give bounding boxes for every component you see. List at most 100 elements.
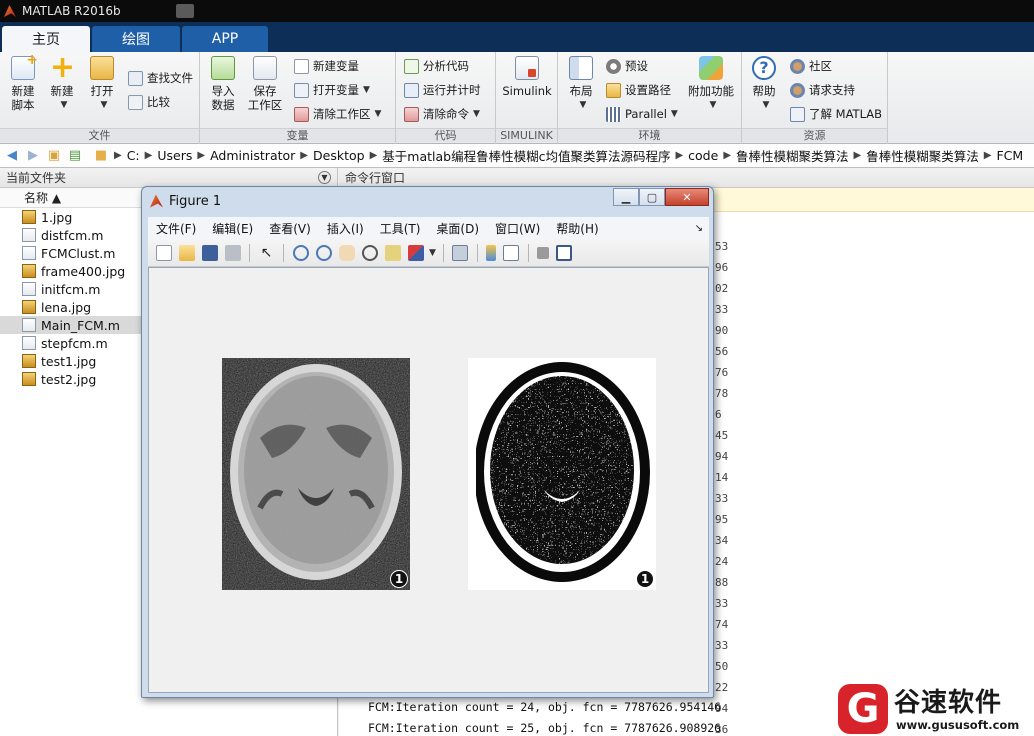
close-icon[interactable]: ✕ bbox=[665, 188, 709, 206]
ribbon-group-variable: 导入 数据 保存 工作区 新建变量 打开变量 ▼ 清除工作区 ▼ 变量 bbox=[200, 52, 396, 144]
open-label: 打开 bbox=[90, 84, 114, 98]
forward-arrow-icon[interactable]: ▶ bbox=[24, 148, 42, 164]
preferences-button[interactable]: 预设 bbox=[606, 56, 648, 76]
addons-button[interactable]: 附加功能 ▼ bbox=[686, 56, 736, 112]
menu-view[interactable]: 查看(V) bbox=[269, 220, 311, 237]
set-path-label: 设置路径 bbox=[625, 83, 671, 97]
gear-icon bbox=[606, 58, 621, 74]
segmented-ct-scan bbox=[468, 358, 656, 590]
new-figure-icon[interactable] bbox=[155, 244, 172, 261]
file-name: test2.jpg bbox=[41, 371, 97, 387]
find-files-button[interactable]: 查找文件 bbox=[128, 68, 193, 88]
help-button[interactable]: ? 帮助 ▼ bbox=[748, 56, 780, 112]
save-icon[interactable] bbox=[201, 244, 218, 261]
clear-commands-button[interactable]: 清除命令 ▼ bbox=[404, 104, 480, 124]
run-and-time-button[interactable]: 运行并计时 bbox=[404, 80, 481, 100]
colorbar-icon[interactable] bbox=[486, 244, 497, 261]
layout-button[interactable]: 布局 ▼ bbox=[564, 56, 598, 112]
current-folder-title: 当前文件夹 bbox=[6, 171, 67, 185]
set-path-button[interactable]: 设置路径 bbox=[606, 80, 671, 100]
minimize-icon[interactable]: ▁ bbox=[613, 188, 639, 206]
partial-output-digit: 45 bbox=[715, 429, 729, 442]
breadcrumb-item[interactable]: 鲁棒性模糊聚类算法 bbox=[866, 146, 979, 165]
parallel-label: Parallel bbox=[625, 107, 667, 121]
pan-hand-icon[interactable] bbox=[338, 244, 355, 261]
zoom-out-icon[interactable] bbox=[315, 244, 332, 261]
up-folder-icon[interactable]: ▣ bbox=[45, 148, 63, 164]
breadcrumb-item[interactable]: Users bbox=[157, 148, 192, 163]
menu-tools[interactable]: 工具(T) bbox=[380, 220, 421, 237]
rotate-3d-icon[interactable] bbox=[361, 244, 378, 261]
breadcrumb-item[interactable]: C: bbox=[127, 148, 140, 163]
save-workspace-button[interactable]: 保存 工作区 bbox=[246, 56, 284, 112]
new-button[interactable]: + 新建 ▼ bbox=[46, 53, 78, 112]
parallel-button[interactable]: Parallel ▼ bbox=[606, 104, 678, 124]
open-file-icon[interactable] bbox=[178, 244, 195, 261]
show-plot-tools-icon[interactable] bbox=[556, 244, 573, 261]
compare-button[interactable]: 比较 bbox=[128, 92, 170, 112]
browse-folder-icon[interactable]: ▤ bbox=[66, 148, 84, 164]
toolbar-separator bbox=[283, 243, 284, 262]
group-label-resources: 资源 bbox=[742, 128, 887, 142]
new-variable-button[interactable]: 新建变量 bbox=[294, 56, 359, 76]
tab-plots[interactable]: 绘图 bbox=[92, 26, 180, 52]
file-name: test1.jpg bbox=[41, 353, 97, 369]
menu-desktop[interactable]: 桌面(D) bbox=[436, 220, 479, 237]
tab-home[interactable]: 主页 bbox=[2, 26, 90, 52]
brush-icon[interactable] bbox=[407, 244, 424, 261]
partial-output-digit: 95 bbox=[715, 513, 729, 526]
clear-workspace-label: 清除工作区 bbox=[313, 107, 371, 121]
community-button[interactable]: 社区 bbox=[790, 56, 832, 76]
pointer-icon[interactable]: ↖ bbox=[259, 245, 275, 261]
breadcrumb-separator: ▶ bbox=[114, 150, 122, 161]
data-cursor-icon[interactable] bbox=[384, 244, 401, 261]
menu-insert[interactable]: 插入(I) bbox=[327, 220, 364, 237]
hide-plot-tools-icon[interactable] bbox=[537, 246, 550, 259]
request-support-icon bbox=[790, 82, 805, 98]
matlab-logo-icon bbox=[150, 194, 163, 208]
file-name: stepfcm.m bbox=[41, 335, 108, 351]
open-variable-button[interactable]: 打开变量 ▼ bbox=[294, 80, 370, 100]
help-label: 帮助 bbox=[752, 84, 776, 98]
legend-icon[interactable] bbox=[503, 244, 520, 261]
menu-edit[interactable]: 编辑(E) bbox=[212, 220, 253, 237]
app-title-bar: MATLAB R2016b bbox=[0, 0, 1034, 22]
partial-output-digit: 22 bbox=[715, 681, 729, 694]
breadcrumb-item[interactable]: 鲁棒性模糊聚类算法 bbox=[736, 146, 849, 165]
open-button[interactable]: 打开 ▼ bbox=[86, 56, 118, 112]
simulink-button[interactable]: Simulink bbox=[502, 56, 552, 98]
new-script-button[interactable]: + 新建 脚本 bbox=[6, 53, 40, 112]
breadcrumb-item[interactable]: Administrator bbox=[210, 148, 295, 163]
print-icon[interactable] bbox=[224, 244, 241, 261]
analyze-code-button[interactable]: 分析代码 bbox=[404, 56, 469, 76]
menu-help[interactable]: 帮助(H) bbox=[556, 220, 598, 237]
zoom-in-icon[interactable] bbox=[292, 244, 309, 261]
breadcrumb-item[interactable]: 基于matlab编程鲁棒性模糊c均值聚类算法源码程序 bbox=[382, 146, 670, 165]
figure-canvas: 1 1 bbox=[148, 267, 709, 693]
breadcrumb-item[interactable]: Desktop bbox=[313, 148, 365, 163]
menu-file[interactable]: 文件(F) bbox=[156, 220, 196, 237]
tab-apps[interactable]: APP bbox=[182, 26, 268, 52]
figure-title-bar[interactable]: Figure 1 ▁ ▢ ✕ bbox=[142, 187, 713, 215]
request-support-button[interactable]: 请求支持 bbox=[790, 80, 855, 100]
chevron-down-icon[interactable]: ▼ bbox=[429, 248, 436, 258]
import-data-button[interactable]: 导入 数据 bbox=[206, 56, 240, 112]
learn-matlab-button[interactable]: 了解 MATLAB bbox=[790, 104, 882, 124]
menu-dock-icon[interactable]: ↘ bbox=[695, 223, 703, 234]
file-name: 1.jpg bbox=[41, 209, 73, 225]
panel-menu-icon[interactable]: ▼ bbox=[318, 171, 331, 184]
figure-window[interactable]: Figure 1 ▁ ▢ ✕ 文件(F) 编辑(E) 查看(V) 插入(I) 工… bbox=[141, 186, 714, 698]
menu-window[interactable]: 窗口(W) bbox=[495, 220, 540, 237]
link-plot-icon[interactable] bbox=[452, 244, 469, 261]
back-arrow-icon[interactable]: ◀ bbox=[3, 148, 21, 164]
compare-label: 比较 bbox=[147, 95, 170, 109]
maximize-icon[interactable]: ▢ bbox=[639, 188, 665, 206]
ribbon-group-environment: 布局 ▼ 预设 设置路径 Parallel ▼ 附加功能 ▼ 环境 bbox=[558, 52, 742, 144]
image-file-icon bbox=[22, 354, 36, 368]
title-bar-control[interactable] bbox=[176, 4, 194, 18]
clear-workspace-button[interactable]: 清除工作区 ▼ bbox=[294, 104, 381, 124]
clear-commands-icon bbox=[404, 106, 419, 122]
figure-toolbar: ↖ ▼ bbox=[148, 239, 709, 267]
breadcrumb-item[interactable]: code bbox=[688, 148, 718, 163]
breadcrumb-item[interactable]: FCM bbox=[996, 148, 1023, 163]
